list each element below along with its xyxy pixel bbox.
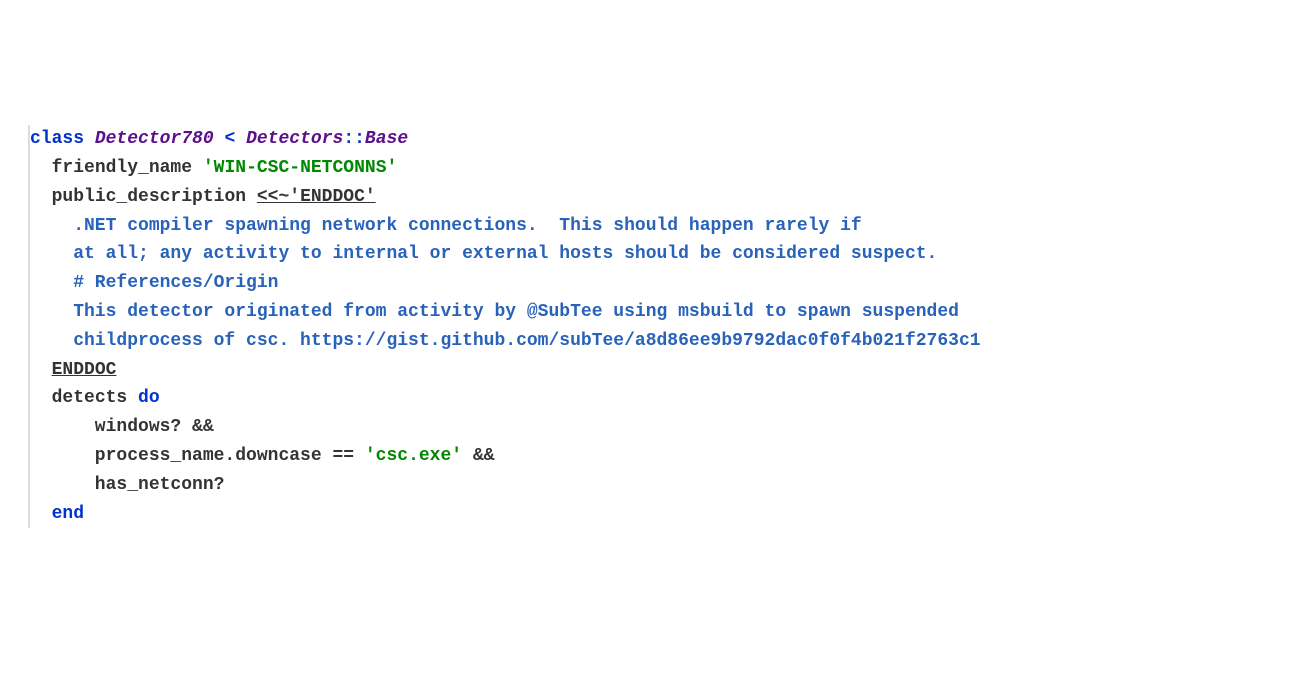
csc-exe-string: 'csc.exe'	[365, 446, 462, 466]
public-description-line: public_description <<~'ENDDOC'	[30, 183, 1262, 212]
module-name: Detectors	[246, 129, 343, 149]
heredoc-body-line-6: childprocess of csc. https://gist.github…	[30, 327, 1262, 356]
less-than-op: <	[224, 129, 235, 149]
indent	[30, 187, 52, 207]
space	[246, 187, 257, 207]
detects-body-1: windows? &&	[30, 413, 1262, 442]
public-description-method: public_description	[52, 187, 246, 207]
scope-sep: ::	[343, 129, 365, 149]
detects-body-3: has_netconn?	[30, 471, 1262, 500]
heredoc-end: ENDDOC	[52, 360, 117, 380]
end-keyword: end	[52, 504, 84, 524]
windows-check: windows? &&	[30, 417, 214, 437]
heredoc-body-line-1: .NET compiler spawning network connectio…	[30, 212, 1262, 241]
base-class: Base	[365, 129, 408, 149]
heredoc-body-line-2: at all; any activity to internal or exte…	[30, 240, 1262, 269]
indent	[30, 388, 52, 408]
friendly-name-line: friendly_name 'WIN-CSC-NETCONNS'	[30, 154, 1262, 183]
code-block: class Detector780 < Detectors::Base frie…	[28, 125, 1262, 528]
class-keyword: class	[30, 129, 84, 149]
class-name: Detector780	[95, 129, 214, 149]
has-netconn-check: has_netconn?	[30, 475, 224, 495]
do-keyword: do	[138, 388, 160, 408]
friendly-name-method: friendly_name	[52, 158, 192, 178]
indent	[30, 504, 52, 524]
detects-body-2: process_name.downcase == 'csc.exe' &&	[30, 442, 1262, 471]
heredoc-start: <<~'ENDDOC'	[257, 187, 376, 207]
end-line: end	[30, 500, 1262, 529]
heredoc-body-line-4: # References/Origin	[30, 269, 1262, 298]
and-op-2: &&	[462, 446, 494, 466]
space	[127, 388, 138, 408]
indent	[30, 360, 52, 380]
heredoc-end-line: ENDDOC	[30, 356, 1262, 385]
indent	[30, 158, 52, 178]
detects-line: detects do	[30, 384, 1262, 413]
space	[192, 158, 203, 178]
friendly-name-string: 'WIN-CSC-NETCONNS'	[203, 158, 397, 178]
heredoc-body-line-5: This detector originated from activity b…	[30, 298, 1262, 327]
detects-method: detects	[52, 388, 128, 408]
class-declaration-line: class Detector780 < Detectors::Base	[30, 125, 1262, 154]
process-name-check: process_name.downcase ==	[30, 446, 365, 466]
